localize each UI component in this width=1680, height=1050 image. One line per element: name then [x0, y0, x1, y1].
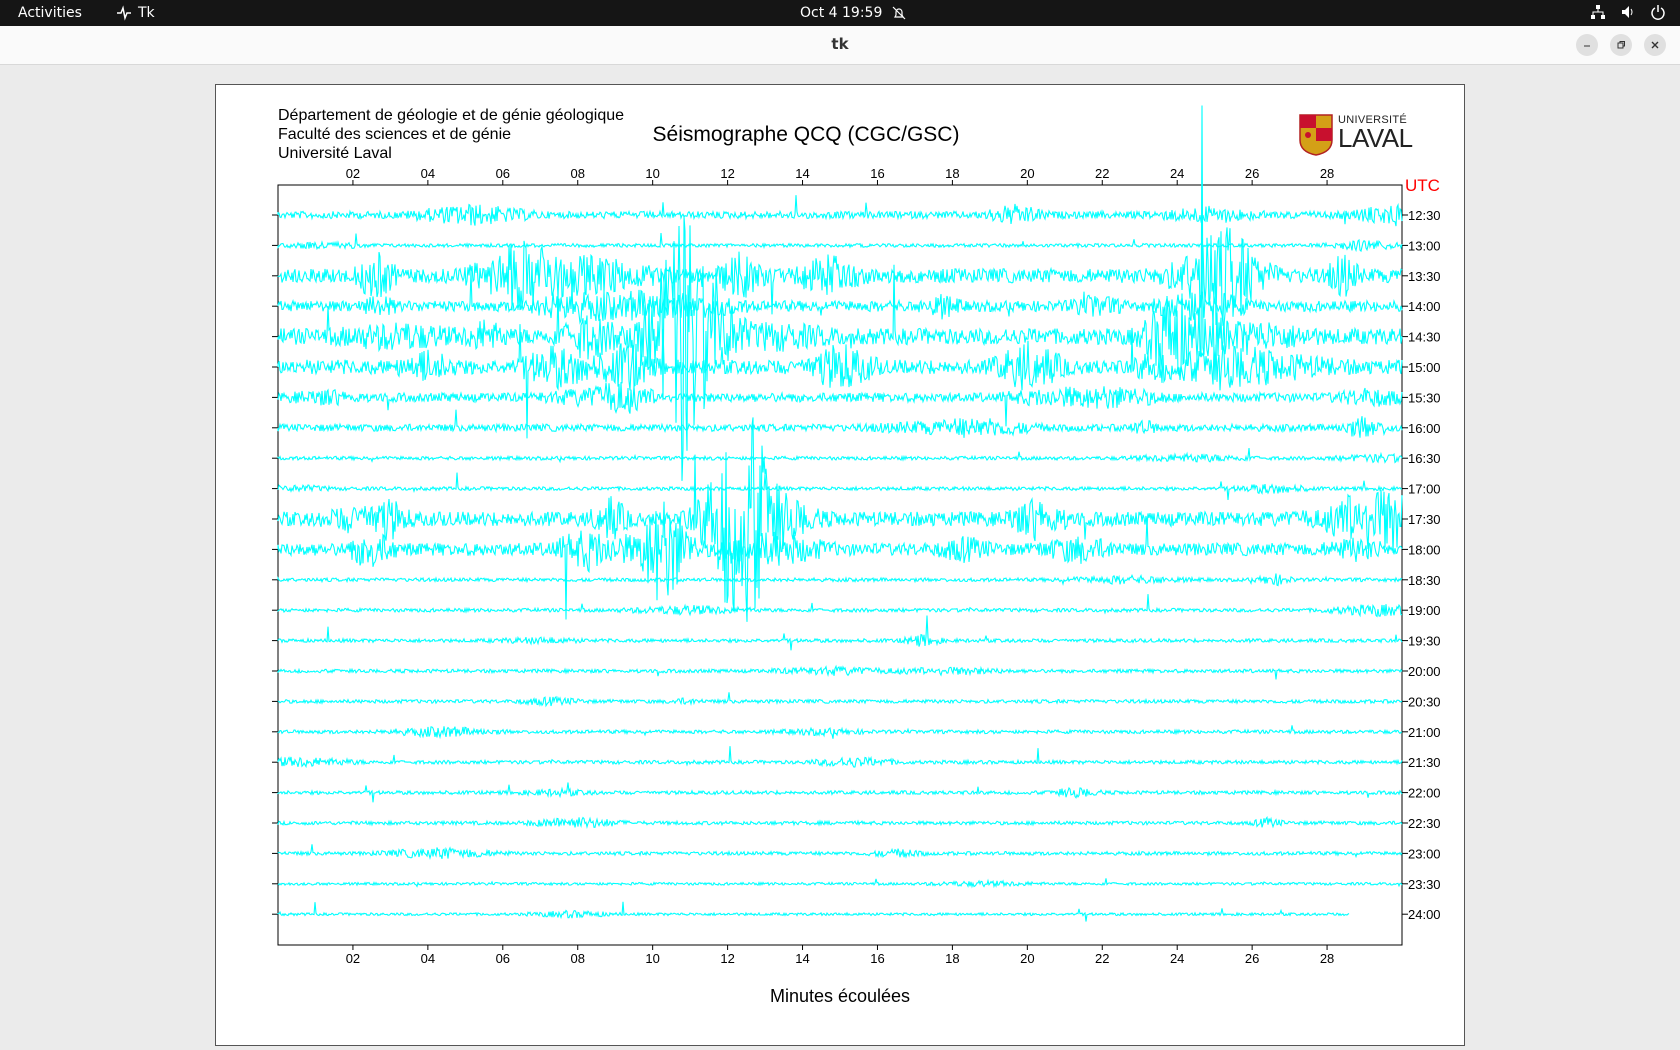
x-tick-label-bottom: 02 [346, 951, 360, 966]
row-time-label: 19:30 [1408, 634, 1441, 649]
x-tick-label-top: 08 [570, 166, 584, 181]
row-time-label: 14:30 [1408, 330, 1441, 345]
x-tick-label-top: 20 [1020, 166, 1034, 181]
row-time-label: 20:00 [1408, 664, 1441, 679]
seismic-trace [277, 901, 1350, 922]
seismic-trace [277, 447, 1403, 464]
row-time-label: 22:30 [1408, 816, 1441, 831]
seismic-trace [277, 472, 1403, 501]
seismic-trace [277, 382, 1403, 427]
close-button[interactable] [1644, 34, 1666, 56]
volume-icon [1622, 6, 1633, 18]
network-icon [1591, 5, 1605, 19]
x-tick-label-bottom: 20 [1020, 951, 1034, 966]
x-tick-label-top: 22 [1095, 166, 1109, 181]
row-time-label: 21:00 [1408, 725, 1441, 740]
seismic-trace [277, 844, 1403, 861]
x-tick-label-top: 14 [795, 166, 809, 181]
seismic-trace [277, 692, 1403, 708]
utc-label: UTC [1405, 176, 1440, 195]
x-tick-label-bottom: 28 [1320, 951, 1334, 966]
row-time-label: 22:00 [1408, 786, 1441, 801]
system-tray[interactable] [1590, 4, 1666, 20]
seismic-trace [277, 664, 1403, 680]
app-name: Tk [138, 5, 155, 21]
row-time-label: 18:30 [1408, 573, 1441, 588]
x-tick-label-top: 12 [720, 166, 734, 181]
row-time-label: 17:30 [1408, 512, 1441, 527]
seismic-trace [277, 105, 1403, 481]
x-tick-label-bottom: 22 [1095, 951, 1109, 966]
x-tick-label-top: 04 [421, 166, 435, 181]
x-tick-label-top: 02 [346, 166, 360, 181]
x-tick-label-bottom: 12 [720, 951, 734, 966]
x-tick-label-top: 24 [1170, 166, 1184, 181]
x-tick-label-bottom: 26 [1245, 951, 1259, 966]
row-time-label: 19:00 [1408, 603, 1441, 618]
window-title: tk [831, 35, 849, 53]
seismic-trace [277, 573, 1403, 587]
row-time-label: 17:00 [1408, 482, 1441, 497]
x-tick-label-bottom: 14 [795, 951, 809, 966]
seismic-trace [277, 232, 1403, 253]
clock[interactable]: Oct 4 19:59 [800, 5, 906, 21]
x-tick-label-bottom: 24 [1170, 951, 1184, 966]
minimize-icon [1584, 45, 1590, 47]
row-time-label: 14:00 [1408, 299, 1441, 314]
minimize-button[interactable] [1576, 34, 1598, 56]
row-time-label: 18:00 [1408, 542, 1441, 557]
row-time-label: 15:00 [1408, 360, 1441, 375]
x-tick-label-bottom: 16 [870, 951, 884, 966]
row-time-label: 13:30 [1408, 269, 1441, 284]
x-tick-label-bottom: 04 [421, 951, 435, 966]
row-time-label: 20:30 [1408, 694, 1441, 709]
top-bar: Activities Tk Oct 4 19:59 [0, 0, 1680, 26]
row-time-label: 16:30 [1408, 451, 1441, 466]
x-tick-label-top: 18 [945, 166, 959, 181]
row-time-label: 15:30 [1408, 390, 1441, 405]
row-time-label: 21:30 [1408, 755, 1441, 770]
x-tick-label-bottom: 08 [570, 951, 584, 966]
x-tick-label-bottom: 10 [645, 951, 659, 966]
seismic-trace [277, 815, 1403, 829]
window-titlebar[interactable]: tk [0, 26, 1680, 65]
x-tick-label-top: 10 [645, 166, 659, 181]
seismogram-plot: 02 02 04 04 06 06 08 08 10 10 12 12 14 14 16 16 18 18 20 20… [272, 105, 1441, 1006]
seismogram-canvas: Département de géologie et de génie géol… [215, 84, 1465, 1046]
maximize-button[interactable] [1610, 34, 1632, 56]
notifications-muted-icon [892, 6, 906, 20]
x-tick-label-top: 06 [496, 166, 510, 181]
seismic-trace [277, 417, 1403, 622]
x-tick-label-top: 28 [1320, 166, 1334, 181]
power-icon [1651, 5, 1665, 20]
x-tick-label-top: 16 [870, 166, 884, 181]
x-axis-label: Minutes écoulées [770, 986, 910, 1006]
seismic-trace [277, 725, 1403, 740]
restore-icon [1617, 41, 1625, 49]
app-menu[interactable]: Tk [116, 5, 155, 21]
seismic-trace [277, 615, 1403, 651]
seismic-trace [277, 594, 1403, 618]
activities-button[interactable]: Activities [18, 5, 82, 21]
row-time-label: 13:00 [1408, 238, 1441, 253]
seismic-trace [277, 195, 1403, 227]
close-icon [1651, 41, 1659, 49]
row-time-label: 12:30 [1408, 208, 1441, 223]
x-tick-label-bottom: 06 [496, 951, 510, 966]
row-time-label: 23:00 [1408, 846, 1441, 861]
seismic-trace [277, 409, 1403, 438]
x-tick-label-top: 26 [1245, 166, 1259, 181]
x-tick-label-bottom: 18 [945, 951, 959, 966]
row-time-label: 24:00 [1408, 907, 1441, 922]
row-time-label: 23:30 [1408, 877, 1441, 892]
seismic-trace [277, 878, 1403, 889]
seismic-trace [277, 746, 1403, 769]
seismic-trace [277, 782, 1403, 803]
tk-app-icon [117, 5, 131, 21]
clock-text: Oct 4 19:59 [800, 5, 883, 21]
row-time-label: 16:00 [1408, 421, 1441, 436]
